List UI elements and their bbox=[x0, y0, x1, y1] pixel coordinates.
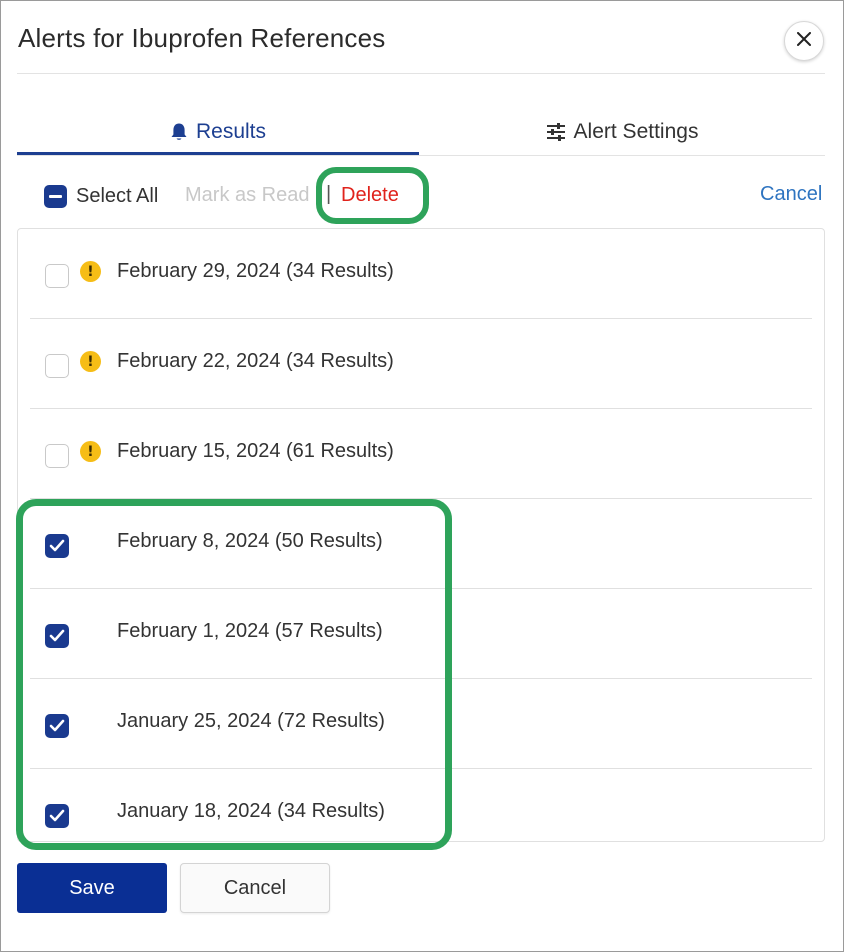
row-checkbox[interactable] bbox=[45, 264, 69, 288]
select-all-label: Select All bbox=[76, 184, 159, 207]
warning-icon: ! bbox=[80, 261, 101, 282]
indeterminate-checkbox-icon bbox=[44, 184, 67, 208]
row-checkbox[interactable] bbox=[45, 444, 69, 468]
row-checkbox[interactable] bbox=[45, 624, 69, 648]
alert-row-label: February 1, 2024 (57 Results) bbox=[117, 620, 383, 642]
alert-row-label: February 22, 2024 (34 Results) bbox=[117, 350, 394, 372]
alert-row-label: January 25, 2024 (72 Results) bbox=[117, 710, 385, 732]
mark-as-read-link[interactable]: Mark as Read bbox=[185, 184, 310, 207]
row-checkbox[interactable] bbox=[45, 354, 69, 378]
warning-icon: ! bbox=[80, 441, 101, 462]
checkmark-icon bbox=[49, 539, 65, 552]
close-button[interactable] bbox=[784, 21, 824, 61]
tab-alert-settings[interactable]: Alert Settings bbox=[419, 109, 825, 155]
alert-row[interactable]: ! February 29, 2024 (34 Results) bbox=[30, 229, 812, 319]
warning-icon: ! bbox=[80, 351, 101, 372]
checkmark-icon bbox=[49, 809, 65, 822]
alert-row[interactable]: ! February 22, 2024 (34 Results) bbox=[30, 319, 812, 409]
sliders-icon bbox=[546, 122, 566, 142]
delete-link[interactable]: Delete bbox=[341, 184, 399, 207]
dialog-title: Alerts for Ibuprofen References bbox=[18, 23, 386, 53]
tab-results-label: Results bbox=[195, 120, 267, 143]
tab-alert-settings-label: Alert Settings bbox=[573, 120, 699, 143]
row-checkbox[interactable] bbox=[45, 714, 69, 738]
header-divider bbox=[17, 73, 825, 74]
tab-results[interactable]: Results bbox=[17, 109, 419, 155]
alert-row[interactable]: ! February 15, 2024 (61 Results) bbox=[30, 409, 812, 499]
checkmark-icon bbox=[49, 629, 65, 642]
alert-row[interactable]: February 8, 2024 (50 Results) bbox=[30, 499, 812, 589]
cancel-button[interactable]: Cancel bbox=[180, 863, 330, 913]
select-all-checkbox[interactable]: Select All bbox=[44, 184, 158, 208]
bell-icon bbox=[170, 122, 188, 142]
row-checkbox[interactable] bbox=[45, 534, 69, 558]
tabs-divider bbox=[17, 155, 825, 156]
toolbar-separator: | bbox=[326, 183, 332, 205]
alert-row[interactable]: February 1, 2024 (57 Results) bbox=[30, 589, 812, 679]
alert-row-label: February 29, 2024 (34 Results) bbox=[117, 260, 394, 282]
alerts-list: ! February 29, 2024 (34 Results) ! Febru… bbox=[17, 228, 825, 842]
close-icon bbox=[797, 31, 811, 51]
alert-row[interactable]: January 18, 2024 (34 Results) bbox=[30, 769, 812, 859]
alert-row[interactable]: January 25, 2024 (72 Results) bbox=[30, 679, 812, 769]
row-checkbox[interactable] bbox=[45, 804, 69, 828]
alert-row-label: January 18, 2024 (34 Results) bbox=[117, 800, 385, 822]
cancel-selection-link[interactable]: Cancel bbox=[760, 183, 822, 206]
alerts-dialog: Alerts for Ibuprofen References Results bbox=[0, 0, 844, 952]
checkmark-icon bbox=[49, 719, 65, 732]
alert-row-label: February 15, 2024 (61 Results) bbox=[117, 440, 394, 462]
save-button[interactable]: Save bbox=[17, 863, 167, 913]
alert-row-label: February 8, 2024 (50 Results) bbox=[117, 530, 383, 552]
